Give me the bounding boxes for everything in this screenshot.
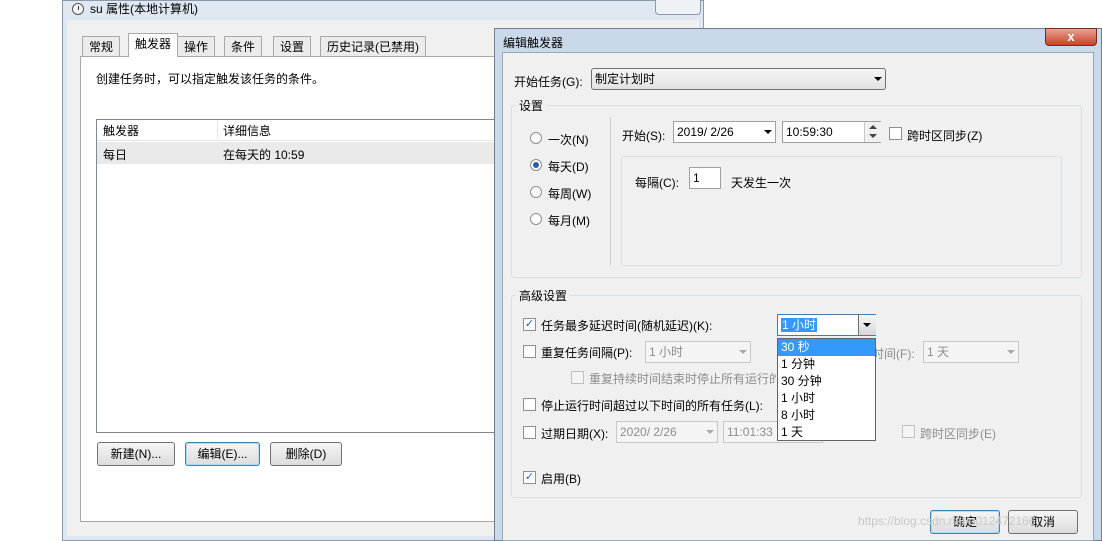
- edit-trigger-button[interactable]: 编辑(E)...: [185, 442, 260, 466]
- window-title: su 属性(本地计算机): [90, 2, 199, 16]
- duration-value: 1 天: [927, 345, 950, 359]
- begin-task-label: 开始任务(G):: [514, 75, 583, 89]
- stop-longer-checkbox[interactable]: [523, 398, 536, 411]
- stop-at-end-checkbox[interactable]: [571, 371, 584, 384]
- chevron-down-icon: [739, 350, 747, 354]
- trigger-list-header: [97, 120, 516, 141]
- radio-once-label: 一次(N): [548, 133, 589, 147]
- repeat-checkbox[interactable]: [523, 345, 536, 358]
- chevron-down-icon: [874, 77, 882, 81]
- expire-date-picker[interactable]: 2020/ 2/26: [616, 421, 718, 443]
- dialog-title: 编辑触发器: [503, 36, 564, 50]
- recur-days-input[interactable]: 1: [689, 167, 721, 189]
- begin-task-select[interactable]: 制定计划时: [591, 68, 886, 90]
- chevron-down-icon: [869, 134, 877, 138]
- trigger-cell-details: 在每天的 10:59: [223, 148, 305, 162]
- settings-caption: 设置: [516, 97, 547, 114]
- dialog-close-button[interactable]: x: [1045, 28, 1097, 46]
- sync-timezone-label: 跨时区同步(Z): [907, 129, 983, 143]
- chevron-down-icon: [706, 430, 714, 434]
- repeat-interval-value: 1 小时: [649, 345, 684, 359]
- delay-option-1d[interactable]: 1 天: [778, 424, 875, 441]
- delay-label: 任务最多延迟时间(随机延迟)(K):: [541, 319, 713, 333]
- expire-date-value: 2020/ 2/26: [620, 425, 677, 439]
- column-header-details[interactable]: 详细信息: [223, 122, 271, 139]
- settings-divider: [610, 117, 611, 265]
- chevron-up-icon: [869, 125, 877, 129]
- duration-select[interactable]: 1 天: [923, 341, 1019, 363]
- tab-settings[interactable]: 设置: [273, 36, 312, 56]
- chevron-down-icon: [863, 323, 871, 327]
- new-trigger-button[interactable]: 新建(N)...: [97, 442, 175, 466]
- recur-days-value: 1: [693, 171, 700, 185]
- enabled-checkbox[interactable]: ✓: [523, 471, 536, 484]
- recurrence-panel: [621, 156, 1062, 266]
- radio-daily[interactable]: [530, 159, 542, 171]
- repeat-label: 重复任务间隔(P):: [541, 346, 633, 360]
- tab-conditions[interactable]: 条件: [224, 36, 263, 56]
- trigger-cell-type: 每日: [103, 148, 128, 162]
- start-time-value: 10:59:30: [786, 125, 833, 139]
- recur-suffix: 天发生一次: [731, 176, 792, 190]
- duration-label: 时间(F):: [872, 347, 915, 361]
- column-header-trigger[interactable]: 触发器: [103, 122, 139, 139]
- sync-timezone-checkbox[interactable]: [889, 127, 902, 140]
- stop-longer-label: 停止运行时间超过以下时间的所有任务(L):: [541, 399, 764, 413]
- delay-option-1h[interactable]: 1 小时: [778, 390, 875, 407]
- delay-value: 1 小时: [781, 318, 818, 332]
- delay-option-30min[interactable]: 30 分钟: [778, 373, 875, 390]
- enabled-label: 启用(B): [541, 472, 581, 486]
- close-icon[interactable]: [655, 0, 701, 15]
- radio-weekly-label: 每周(W): [548, 187, 592, 201]
- tab-history[interactable]: 历史记录(已禁用): [320, 36, 426, 56]
- delay-option-30s[interactable]: 30 秒: [778, 339, 875, 356]
- expire-label: 过期日期(X):: [541, 427, 609, 441]
- recur-every-label: 每隔(C):: [635, 176, 679, 190]
- chevron-down-icon: [764, 130, 772, 134]
- chevron-down-icon: [1007, 350, 1015, 354]
- expire-sync-checkbox[interactable]: [902, 425, 915, 438]
- delay-dropdown-button[interactable]: [858, 315, 876, 335]
- column-divider: [217, 121, 218, 139]
- advanced-caption: 高级设置: [516, 287, 571, 304]
- trigger-list[interactable]: [96, 119, 516, 433]
- tab-actions[interactable]: 操作: [177, 36, 216, 56]
- radio-once[interactable]: [530, 132, 542, 144]
- radio-monthly-label: 每月(M): [548, 214, 590, 228]
- start-label: 开始(S):: [622, 129, 666, 143]
- delete-trigger-button[interactable]: 删除(D): [270, 442, 342, 466]
- tab-triggers[interactable]: 触发器: [128, 33, 179, 57]
- watermark: https://blog.csdn.net/u012472166: [858, 514, 1036, 528]
- expire-sync-label: 跨时区同步(E): [920, 427, 996, 441]
- tab-general[interactable]: 常规: [82, 36, 121, 56]
- delay-option-1min[interactable]: 1 分钟: [778, 356, 875, 373]
- tab-description: 创建任务时，可以指定触发该任务的条件。: [96, 72, 325, 86]
- radio-weekly[interactable]: [530, 186, 542, 198]
- stop-at-end-label: 重复持续时间结束时停止所有运行的: [589, 372, 776, 386]
- begin-task-value: 制定计划时: [595, 72, 656, 86]
- clock-icon: [72, 3, 84, 15]
- delay-option-8h[interactable]: 8 小时: [778, 407, 875, 424]
- expire-time-value: 11:01:33: [727, 425, 773, 439]
- delay-checkbox[interactable]: ✓: [523, 318, 536, 331]
- expire-checkbox[interactable]: [523, 426, 536, 439]
- start-date-picker[interactable]: 2019/ 2/26: [673, 121, 776, 143]
- start-date-value: 2019/ 2/26: [677, 125, 734, 139]
- radio-daily-label: 每天(D): [548, 160, 589, 174]
- table-row[interactable]: [97, 142, 516, 164]
- radio-monthly[interactable]: [530, 213, 542, 225]
- time-spinner[interactable]: [864, 122, 881, 142]
- repeat-interval-select[interactable]: 1 小时: [645, 341, 751, 363]
